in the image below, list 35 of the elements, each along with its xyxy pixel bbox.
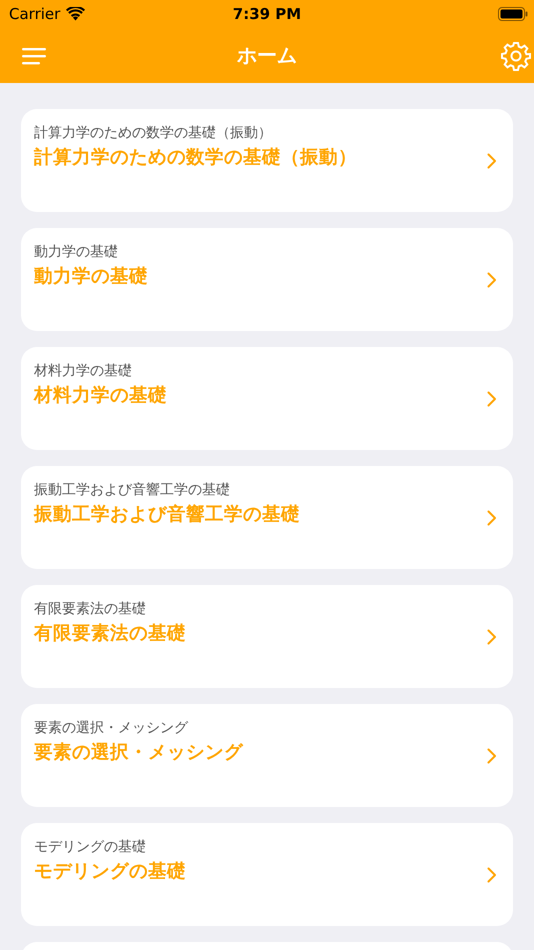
menu-icon[interactable] bbox=[22, 46, 46, 64]
settings-icon[interactable] bbox=[501, 40, 531, 70]
chevron-icon bbox=[487, 153, 497, 169]
card-title: モデリングの基礎 bbox=[34, 860, 186, 884]
course-card[interactable]: モデリングの基礎 モデリングの基礎 bbox=[21, 823, 513, 926]
chevron-icon bbox=[487, 391, 497, 407]
card-subtitle: 要素の選択・メッシング bbox=[34, 720, 188, 737]
chevron-icon bbox=[487, 629, 497, 645]
card-title: 振動工学および音響工学の基礎 bbox=[34, 503, 300, 527]
chevron-icon bbox=[487, 272, 497, 288]
card-subtitle: 材料力学の基礎 bbox=[34, 363, 132, 380]
card-subtitle: 振動工学および音響工学の基礎 bbox=[34, 482, 230, 499]
course-card[interactable]: 要素の選択・メッシング 要素の選択・メッシング bbox=[21, 704, 513, 807]
chevron-icon bbox=[487, 510, 497, 526]
card-subtitle: モデリングの基礎 bbox=[34, 839, 146, 856]
course-card[interactable]: 振動工学および音響工学の基礎 振動工学および音響工学の基礎 bbox=[21, 466, 513, 569]
course-card[interactable]: 動力学の基礎 動力学の基礎 bbox=[21, 228, 513, 331]
card-title: 要素の選択・メッシング bbox=[34, 741, 243, 765]
card-subtitle: 計算力学のための数学の基礎（振動） bbox=[34, 125, 272, 142]
card-title: 有限要素法の基礎 bbox=[34, 622, 186, 646]
card-subtitle: 有限要素法の基礎 bbox=[34, 601, 146, 618]
card-subtitle: 動力学の基礎 bbox=[34, 244, 118, 261]
course-card[interactable]: 材料力学の基礎 材料力学の基礎 bbox=[21, 347, 513, 450]
card-title: 動力学の基礎 bbox=[34, 265, 148, 289]
chevron-icon bbox=[487, 748, 497, 764]
carrier-label: Carrier bbox=[9, 5, 60, 23]
screen-title: ホーム bbox=[237, 43, 297, 67]
chevron-icon bbox=[487, 867, 497, 883]
wifi-icon bbox=[66, 7, 86, 21]
card-title: 材料力学の基礎 bbox=[34, 384, 167, 408]
course-card[interactable]: 有限要素法の基礎 有限要素法の基礎 bbox=[21, 585, 513, 688]
battery-icon bbox=[498, 7, 528, 21]
clock-label: 7:39 PM bbox=[232, 5, 302, 23]
card-title: 計算力学のための数学の基礎（振動） bbox=[34, 146, 357, 170]
course-card[interactable]: 計算力学のための数学の基礎（振動） 計算力学のための数学の基礎（振動） bbox=[21, 109, 513, 212]
